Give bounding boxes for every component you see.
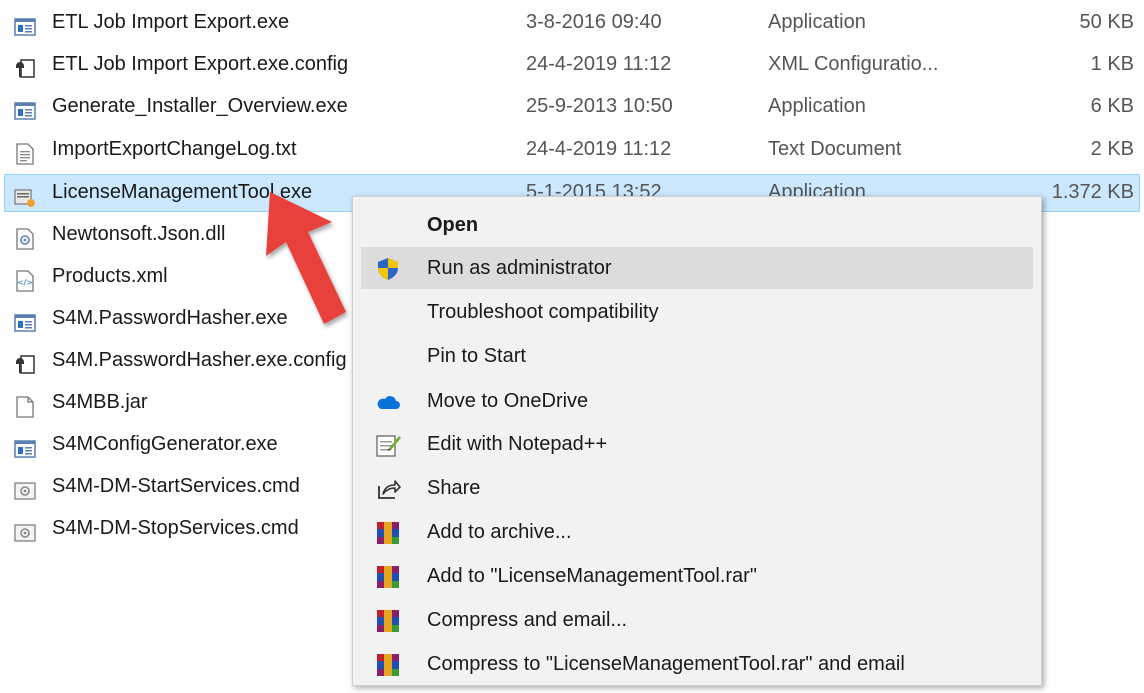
menu-item-label: Run as administrator: [427, 257, 612, 279]
file-type: Text Document: [768, 138, 902, 160]
file-date-modified: 24-4-2019 11:12: [526, 138, 672, 160]
menu-item-label: Add to "LicenseManagementTool.rar": [427, 565, 757, 587]
menu-item-compress-to-licensemanagementtool-rar-and-email[interactable]: Compress to "LicenseManagementTool.rar" …: [361, 643, 1033, 685]
menu-item-pin-to-start[interactable]: Pin to Start: [361, 335, 1033, 377]
menu-item-label: Troubleshoot compatibility: [427, 301, 659, 323]
cmd-icon: [14, 476, 36, 500]
red-pointer-arrow-icon: [266, 192, 346, 324]
file-size: 6 KB: [1090, 95, 1134, 117]
file-type: Application: [768, 95, 866, 117]
file-name: S4MBB.jar: [52, 391, 148, 413]
file-size: 50 KB: [1079, 11, 1134, 33]
menu-item-share[interactable]: Share: [361, 467, 1033, 509]
license-exe-icon: [14, 182, 36, 207]
exe-icon: [14, 434, 36, 458]
share-icon: [375, 475, 401, 501]
file-type: Application: [768, 11, 866, 33]
file-name: S4MConfigGenerator.exe: [52, 433, 278, 455]
menu-item-label: Move to OneDrive: [427, 390, 589, 412]
menu-item-label: Compress and email...: [427, 609, 628, 631]
menu-item-label: Share: [427, 477, 481, 499]
file-date-modified: 3-8-2016 09:40: [526, 11, 662, 33]
file-name: ETL Job Import Export.exe.config: [52, 53, 349, 75]
winrar-icon: [375, 519, 401, 545]
config-icon: [14, 350, 36, 374]
file-size: 1.372 KB: [1051, 181, 1134, 203]
file-size: 1 KB: [1090, 53, 1134, 75]
file-type: XML Configuratio...: [768, 53, 939, 75]
winrar-icon: [375, 563, 401, 589]
dll-icon: [14, 224, 36, 250]
file-row[interactable]: ETL Job Import Export.exe.config 24-4-201…: [0, 44, 1144, 84]
file-name: S4M-DM-StartServices.cmd: [52, 475, 300, 497]
menu-item-label: Pin to Start: [427, 345, 526, 367]
menu-item-label: Edit with Notepad++: [427, 433, 608, 455]
menu-item-label: Add to archive...: [427, 521, 572, 543]
xml-file-icon: </>: [14, 266, 36, 292]
menu-item-compress-and-email[interactable]: Compress and email...: [361, 599, 1033, 641]
file-name: Newtonsoft.Json.dll: [52, 223, 226, 245]
file-name: ETL Job Import Export.exe: [52, 11, 290, 33]
onedrive-cloud-icon: [375, 388, 401, 414]
menu-item-run-as-administrator[interactable]: Run as administrator: [361, 247, 1033, 289]
file-date-modified: 24-4-2019 11:12: [526, 53, 672, 75]
file-row[interactable]: ETL Job Import Export.exe 3-8-2016 09:40 A…: [0, 2, 1144, 42]
text-file-icon: [14, 139, 36, 165]
menu-item-troubleshoot-compatibility[interactable]: Troubleshoot compatibility: [361, 291, 1033, 333]
file-name: ImportExportChangeLog.txt: [52, 138, 297, 160]
file-size: 2 KB: [1090, 138, 1134, 160]
file-row[interactable]: ImportExportChangeLog.txt 24-4-2019 11:12…: [0, 129, 1144, 169]
svg-text:</>: </>: [17, 278, 33, 287]
notepad-plus-plus-icon: [375, 431, 401, 457]
file-row[interactable]: Generate_Installer_Overview.exe 25-9-2013…: [0, 86, 1144, 126]
context-menu: Open Run as administrator Troubleshoot com…: [352, 196, 1042, 686]
menu-item-label: Compress to "LicenseManagementTool.rar" …: [427, 653, 905, 675]
exe-icon: [14, 12, 36, 36]
config-icon: [14, 54, 36, 78]
exe-icon: [14, 308, 36, 332]
uac-shield-icon: [375, 255, 401, 281]
menu-item-edit-with-notepad[interactable]: Edit with Notepad++: [361, 423, 1033, 465]
file-name: Products.xml: [52, 265, 168, 287]
blank-file-icon: [14, 392, 36, 418]
menu-item-open[interactable]: Open: [361, 204, 1033, 246]
file-name: Generate_Installer_Overview.exe: [52, 95, 348, 117]
menu-item-add-to-licensemanagementtool-rar[interactable]: Add to "LicenseManagementTool.rar": [361, 555, 1033, 597]
exe-icon: [14, 96, 36, 120]
cmd-icon: [14, 518, 36, 542]
menu-item-move-to-onedrive[interactable]: Move to OneDrive: [361, 380, 1033, 422]
winrar-icon: [375, 651, 401, 677]
winrar-icon: [375, 607, 401, 633]
file-name: S4M-DM-StopServices.cmd: [52, 517, 299, 539]
menu-item-add-to-archive[interactable]: Add to archive...: [361, 511, 1033, 553]
menu-item-label: Open: [427, 214, 479, 236]
file-name: S4M.PasswordHasher.exe: [52, 307, 288, 329]
file-date-modified: 25-9-2013 10:50: [526, 95, 673, 117]
file-name: S4M.PasswordHasher.exe.config: [52, 349, 347, 371]
